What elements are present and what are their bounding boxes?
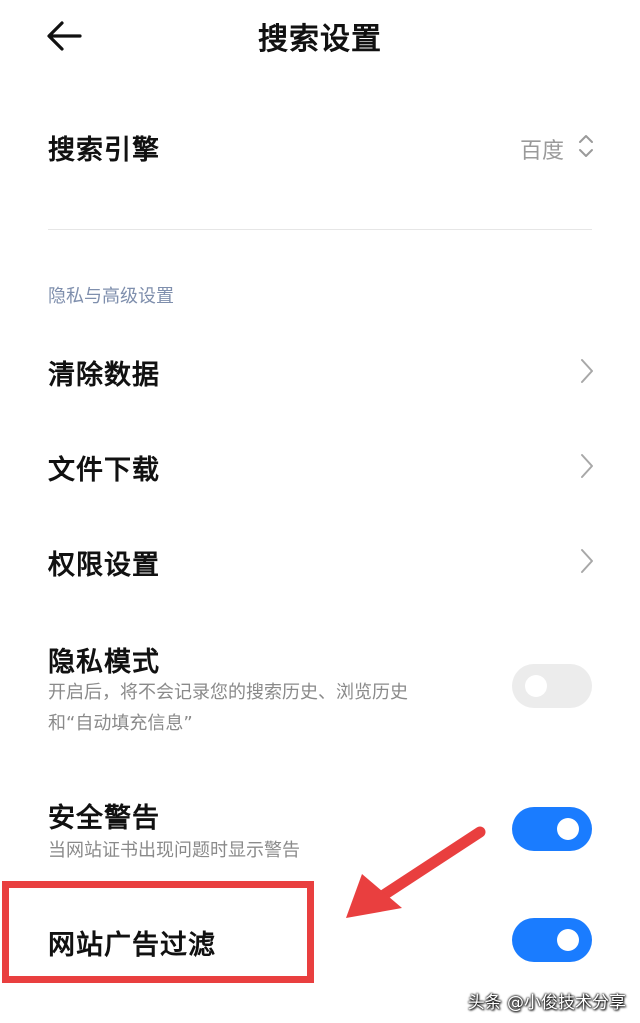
highlight-box	[2, 881, 314, 983]
chevron-right-icon	[581, 549, 593, 573]
privacy-mode-description-line2: 和“自动填充信息”	[48, 713, 193, 734]
security-warning-description: 当网站证书出现问题时显示警告	[48, 840, 300, 861]
red-arrow-annotation	[346, 826, 486, 918]
up-down-chevron-icon	[579, 135, 593, 157]
file-download-label: 文件下载	[48, 455, 160, 486]
privacy-mode-toggle[interactable]	[512, 664, 592, 708]
chevron-right-icon	[581, 359, 593, 383]
divider	[48, 229, 592, 230]
toggle-knob	[557, 929, 579, 951]
chevron-right-icon	[581, 454, 593, 478]
search-engine-value: 百度	[519, 139, 564, 164]
security-warning-toggle[interactable]	[512, 807, 592, 851]
watermark: 头条 @小俊技术分享	[467, 993, 626, 1013]
toggle-knob	[525, 675, 547, 697]
toggle-knob	[557, 818, 579, 840]
privacy-mode-label: 隐私模式	[48, 647, 160, 678]
security-warning-label: 安全警告	[48, 803, 160, 834]
page-title: 搜索设置	[258, 22, 382, 57]
search-engine-label: 搜索引擎	[48, 135, 160, 166]
ad-filter-toggle[interactable]	[512, 918, 592, 962]
permissions-label: 权限设置	[48, 550, 160, 581]
section-header-privacy: 隐私与高级设置	[48, 286, 174, 307]
clear-data-label: 清除数据	[48, 360, 160, 391]
privacy-mode-description-line1: 开启后，将不会记录您的搜索历史、浏览历史	[48, 682, 408, 703]
